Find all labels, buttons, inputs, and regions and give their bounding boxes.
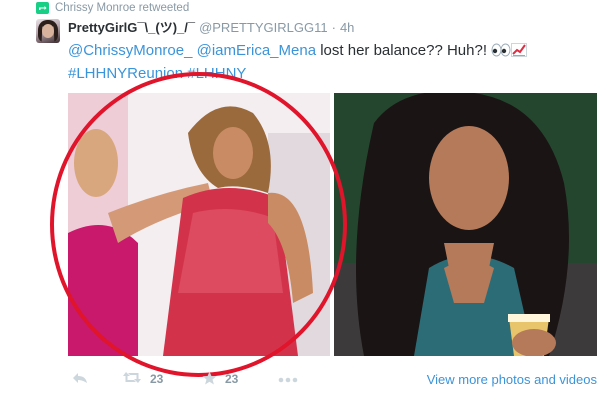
eyes-emoji-icon <box>491 42 511 63</box>
favorite-button[interactable]: 23 <box>202 371 238 388</box>
tweet-actions: 23 23 View more photos and videos <box>68 368 597 390</box>
timestamp[interactable]: 4h <box>340 20 354 35</box>
tweet-header: PrettyGirlG¯\_(ツ)_/¯ @PRETTYGIRLGG11 · 4… <box>68 17 354 35</box>
retweet-icon <box>122 371 142 387</box>
separator-dot: · <box>331 20 336 35</box>
retweet-button[interactable]: 23 <box>122 371 163 387</box>
display-name[interactable]: PrettyGirlG¯\_(ツ)_/¯ <box>68 17 195 36</box>
mention-link[interactable]: @iamErica_Mena <box>197 42 316 59</box>
tweet-text: @ChrissyMonroe_ @iamErica_Mena lost her … <box>68 40 588 84</box>
retweet-context: Chrissy Monroe retweeted <box>36 1 189 15</box>
retweet-count: 23 <box>150 372 164 386</box>
red-annotation-circle <box>50 72 347 377</box>
photo-right[interactable] <box>334 93 597 356</box>
favorite-count: 23 <box>225 372 239 386</box>
reply-button[interactable] <box>72 372 88 387</box>
retweet-icon <box>36 2 49 14</box>
view-more-media-link[interactable]: View more photos and videos <box>427 372 597 387</box>
avatar[interactable] <box>36 19 60 43</box>
more-options-button[interactable] <box>278 372 298 386</box>
chart-increasing-icon <box>511 42 528 63</box>
tweet-body-text: lost her balance?? Huh?! <box>316 42 492 59</box>
screen-name[interactable]: @PRETTYGIRLGG11 <box>199 20 328 35</box>
reply-icon <box>72 372 88 387</box>
mention-link[interactable]: @ChrissyMonroe_ <box>68 42 192 59</box>
retweeted-by-link[interactable]: Chrissy Monroe retweeted <box>55 2 189 14</box>
more-dots-icon <box>278 372 298 386</box>
star-icon <box>202 371 217 388</box>
